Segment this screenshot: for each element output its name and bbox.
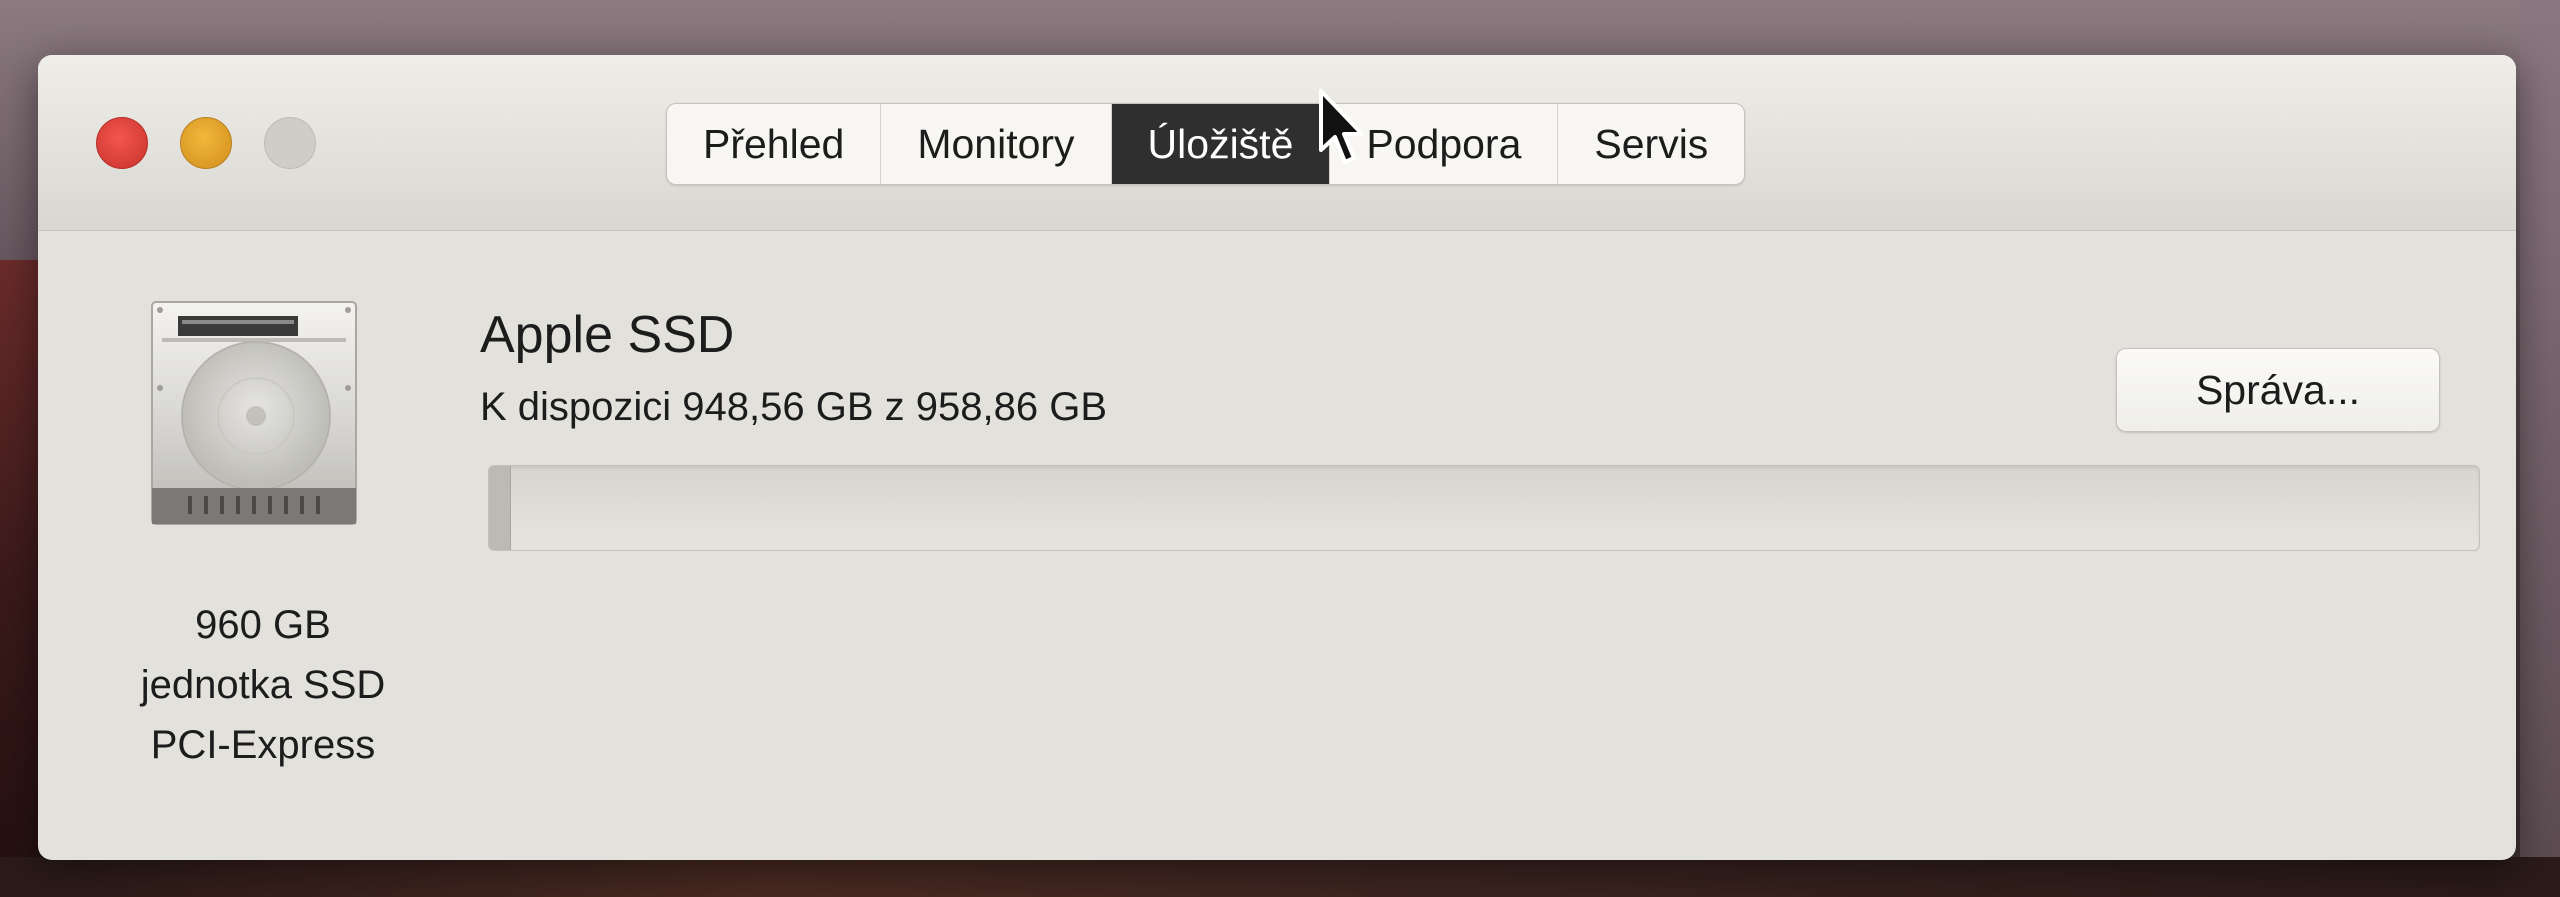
minimize-window-button[interactable] (180, 117, 232, 169)
background-photo-right (2520, 0, 2560, 897)
tab-bar: Přehled Monitory Úložiště Podpora Servis (666, 103, 1746, 185)
storage-usage-bar (488, 465, 2480, 551)
drive-available-space: K dispozici 948,56 GB z 958,86 GB (480, 385, 1108, 429)
drive-name: Apple SSD (480, 306, 735, 364)
drive-caption: 960 GB jednotka SSD PCI-Express (128, 595, 398, 775)
title-bar: Přehled Monitory Úložiště Podpora Servis (38, 55, 2516, 231)
manage-button[interactable]: Správa... (2116, 348, 2440, 432)
drive-type-label: jednotka SSD (140, 663, 386, 707)
tab-uloziste[interactable]: Úložiště (1111, 104, 1331, 184)
tab-monitory[interactable]: Monitory (881, 104, 1112, 184)
about-this-mac-window: Přehled Monitory Úložiště Podpora Servis (38, 55, 2516, 860)
drive-interface-label: PCI-Express (150, 723, 376, 767)
background-photo-bottom (0, 857, 2560, 897)
zoom-window-button[interactable] (264, 117, 316, 169)
tab-podpora[interactable]: Podpora (1330, 104, 1559, 184)
tab-prehled[interactable]: Přehled (667, 104, 882, 184)
drive-capacity-label: 960 GB (195, 603, 331, 647)
storage-usage-fill (489, 466, 512, 550)
close-window-button[interactable] (96, 117, 148, 169)
hard-drive-icon (151, 301, 357, 525)
tab-servis[interactable]: Servis (1558, 104, 1744, 184)
